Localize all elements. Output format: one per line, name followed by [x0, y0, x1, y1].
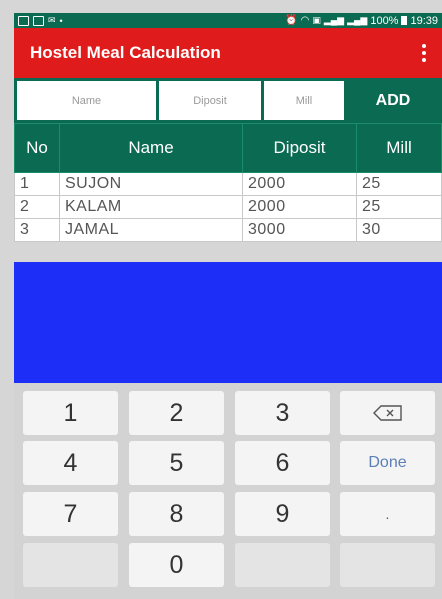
deposit-input[interactable]: [159, 81, 261, 120]
cell-no: 1: [14, 172, 60, 196]
empty-key-right: [340, 543, 435, 587]
mail-icon: ✉: [48, 15, 56, 25]
dot-icon: •: [59, 15, 63, 26]
key-5[interactable]: 5: [129, 441, 224, 485]
signal-icon-2: ▂▄▆: [347, 15, 368, 25]
key-6[interactable]: 6: [235, 441, 330, 485]
sim-icon: ▣: [312, 15, 321, 25]
app-title: Hostel Meal Calculation: [30, 43, 221, 62]
mill-input[interactable]: [264, 81, 344, 120]
table-row[interactable]: 3 JAMAL 3000 30: [14, 218, 442, 242]
header-no: No: [14, 123, 60, 173]
header-name: Name: [59, 123, 243, 173]
add-button[interactable]: ADD: [347, 81, 439, 120]
key-8[interactable]: 8: [129, 492, 224, 536]
key-4[interactable]: 4: [23, 441, 118, 485]
done-key[interactable]: Done: [340, 441, 435, 485]
table-row[interactable]: 2 KALAM 2000 25: [14, 195, 442, 219]
status-left-icons: ✉ •: [18, 15, 63, 26]
clock: 19:39: [410, 14, 438, 27]
key-9[interactable]: 9: [235, 492, 330, 536]
empty-key-left: [23, 543, 118, 587]
signal-icon: ▂▄▆: [323, 15, 345, 25]
alarm-icon: ⏰: [285, 15, 298, 26]
input-form: ADD: [14, 78, 442, 123]
cell-mill: 30: [356, 218, 442, 242]
image-icon: [18, 15, 29, 26]
key-2[interactable]: 2: [129, 391, 224, 435]
key-3[interactable]: 3: [235, 391, 330, 435]
cell-no: 3: [14, 218, 60, 242]
battery-text: 100%: [370, 14, 399, 27]
cell-name: JAMAL: [59, 218, 243, 242]
cell-mill: 25: [356, 195, 442, 219]
key-0[interactable]: 0: [129, 543, 224, 587]
cell-deposit: 3000: [242, 218, 357, 242]
backspace-icon[interactable]: [340, 391, 435, 435]
wifi-icon: ◠: [300, 15, 310, 26]
table-header-row: No Name Diposit Mill: [14, 123, 442, 173]
photo-icon: [33, 15, 44, 26]
status-bar: ✉ • ⏰ ◠ ▣ ▂▄▆ ▂▄▆ 100% 19:39: [14, 13, 442, 28]
header-mill: Mill: [356, 123, 442, 173]
overflow-menu-icon[interactable]: [422, 44, 426, 62]
cell-name: KALAM: [59, 195, 243, 219]
header-deposit: Diposit: [242, 123, 357, 173]
data-table: No Name Diposit Mill 1 SUJON 2000 25 2 K…: [14, 123, 442, 242]
cell-deposit: 2000: [242, 172, 357, 196]
battery-icon: [401, 16, 408, 25]
cell-mill: 25: [356, 172, 442, 196]
empty-key-middle: [235, 543, 330, 587]
empty-content-area: [14, 262, 442, 383]
cell-no: 2: [14, 195, 60, 219]
table-row[interactable]: 1 SUJON 2000 25: [14, 172, 442, 196]
key-7[interactable]: 7: [23, 492, 118, 536]
cell-deposit: 2000: [242, 195, 357, 219]
status-right-icons: ⏰ ◠ ▣ ▂▄▆ ▂▄▆ 100% 19:39: [285, 15, 438, 27]
cell-name: SUJON: [59, 172, 243, 196]
name-input[interactable]: [17, 81, 156, 120]
app-bar: Hostel Meal Calculation: [14, 28, 442, 78]
dot-key[interactable]: .: [340, 492, 435, 536]
numeric-keyboard: 1 2 3 4 5 6 Done 7 8 9 . 0: [14, 383, 442, 599]
key-1[interactable]: 1: [23, 391, 118, 435]
